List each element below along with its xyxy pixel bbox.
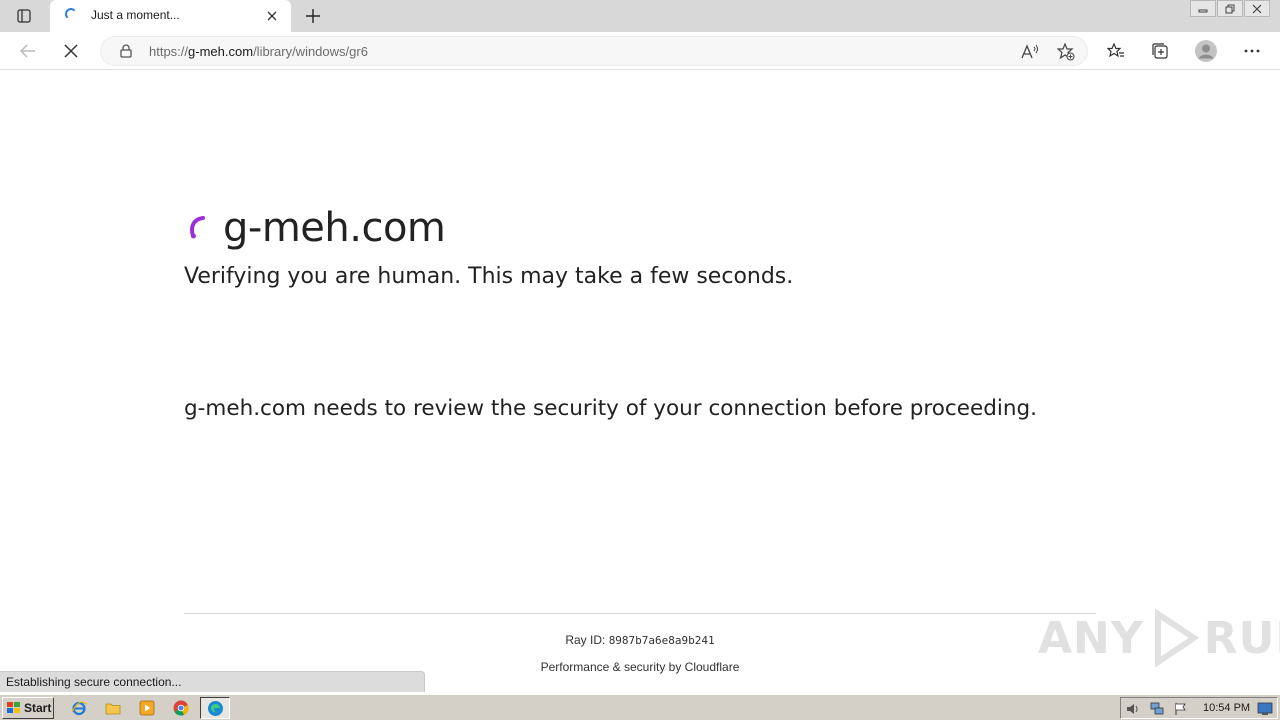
favorites-list-icon (1107, 43, 1124, 58)
tab-active[interactable]: Just a moment... (50, 0, 291, 32)
window-controls (1189, 0, 1270, 18)
chrome-launcher[interactable] (172, 699, 190, 717)
back-arrow-icon (20, 44, 35, 58)
tab-title: Just a moment... (91, 8, 180, 22)
cloudflare-spinner-icon (65, 8, 75, 18)
tab-actions-button[interactable] (6, 4, 42, 28)
edge-taskbar-button[interactable] (200, 697, 230, 719)
watermark-text-right: RUN (1203, 612, 1280, 664)
url-host: g-meh.com (188, 44, 254, 59)
site-logo-spinner-icon (190, 216, 205, 239)
speaker-icon (1127, 704, 1138, 714)
browser-toolbar: https://g-meh.com/library/windows/gr6 (0, 32, 1280, 70)
url-prefix: https:// (149, 44, 189, 59)
start-label: Start (24, 701, 52, 715)
add-favorite-button[interactable] (1055, 42, 1077, 62)
file-explorer-launcher[interactable] (104, 699, 122, 717)
minimize-button[interactable] (1190, 0, 1216, 17)
collections-icon (1152, 43, 1168, 59)
settings-menu-button[interactable] (1237, 36, 1267, 66)
chrome-icon (173, 700, 189, 716)
internet-explorer-icon (71, 701, 87, 716)
url-path: /library/windows/gr6 (253, 44, 368, 59)
site-title: g-meh.com (223, 205, 446, 251)
watermark-text-left: ANY (1038, 612, 1144, 664)
star-add-icon (1057, 43, 1075, 61)
stop-loading-button[interactable] (56, 36, 86, 66)
network-button[interactable] (1149, 701, 1165, 717)
verifying-message: Verifying you are human. This may take a… (184, 264, 794, 289)
ray-id-label: Ray ID: (565, 633, 609, 647)
minimize-icon (1198, 9, 1208, 12)
plus-icon (306, 9, 320, 23)
back-button[interactable] (13, 36, 43, 66)
tab-actions-icon (17, 9, 31, 23)
system-tray: 10:54 PM (1120, 697, 1278, 719)
taskbar: Start 10:54 PM (0, 694, 1280, 720)
avatar-icon (1195, 40, 1217, 62)
new-tab-button[interactable] (300, 4, 326, 28)
read-aloud-icon (1021, 44, 1038, 59)
tab-close-button[interactable] (264, 8, 280, 24)
show-desktop-button[interactable] (1257, 701, 1273, 717)
network-icon (1150, 702, 1164, 715)
close-window-button[interactable] (1244, 0, 1270, 17)
security-review-message: g-meh.com needs to review the security o… (184, 396, 1037, 421)
desktop-icon (1257, 702, 1273, 715)
play-logo-icon (1154, 608, 1200, 668)
read-aloud-button[interactable] (1019, 42, 1041, 62)
tab-strip: Just a moment... (0, 0, 1280, 32)
restore-button[interactable] (1217, 0, 1243, 17)
windows-logo-icon (7, 702, 20, 713)
collections-button[interactable] (1145, 36, 1175, 66)
close-icon (1252, 4, 1262, 13)
footer-divider (184, 613, 1096, 614)
address-bar[interactable]: https://g-meh.com/library/windows/gr6 (100, 36, 1088, 66)
media-player-icon (139, 700, 155, 716)
anyrun-watermark: ANY RUN (1038, 606, 1280, 670)
close-icon (64, 44, 78, 58)
more-options-icon (1244, 49, 1260, 53)
flag-icon (1175, 703, 1186, 715)
profile-button[interactable] (1191, 36, 1221, 66)
folder-icon (105, 703, 121, 715)
favorites-button[interactable] (1101, 36, 1131, 66)
start-button[interactable]: Start (2, 697, 54, 719)
restore-icon (1225, 4, 1235, 13)
action-center-button[interactable] (1173, 701, 1189, 717)
close-icon (267, 11, 277, 21)
url-text[interactable]: https://g-meh.com/library/windows/gr6 (149, 44, 368, 59)
edge-icon (207, 700, 223, 716)
media-player-launcher[interactable] (138, 699, 156, 717)
status-bubble: Establishing secure connection... (0, 671, 425, 692)
clock[interactable]: 10:54 PM (1203, 702, 1250, 714)
ray-id-value: 8987b7a6e8a9b241 (608, 634, 715, 647)
internet-explorer-launcher[interactable] (70, 699, 88, 717)
volume-button[interactable] (1125, 701, 1141, 717)
page-content: g-meh.com Verifying you are human. This … (0, 71, 1280, 691)
lock-icon (120, 44, 132, 58)
